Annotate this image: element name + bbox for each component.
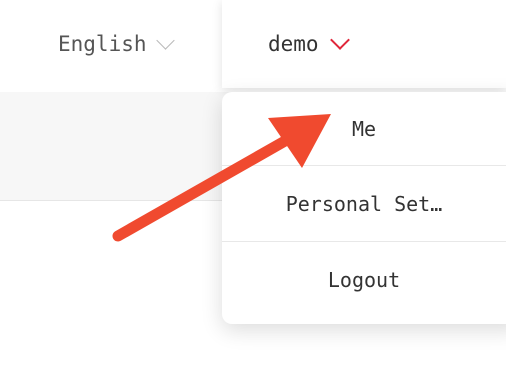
menu-item-logout[interactable]: Logout	[222, 242, 506, 318]
page: English demo Me Personal Set… Logout	[0, 0, 506, 376]
menu-item-me[interactable]: Me	[222, 92, 506, 166]
user-menu-trigger[interactable]: demo	[222, 0, 506, 88]
language-label: English	[58, 32, 147, 56]
chevron-down-icon	[155, 30, 175, 50]
username-label: demo	[268, 32, 319, 56]
menu-item-personal-settings[interactable]: Personal Set…	[222, 166, 506, 242]
chevron-down-icon	[329, 30, 350, 50]
language-selector[interactable]: English	[58, 24, 175, 64]
user-dropdown-menu: Me Personal Set… Logout	[222, 92, 506, 324]
